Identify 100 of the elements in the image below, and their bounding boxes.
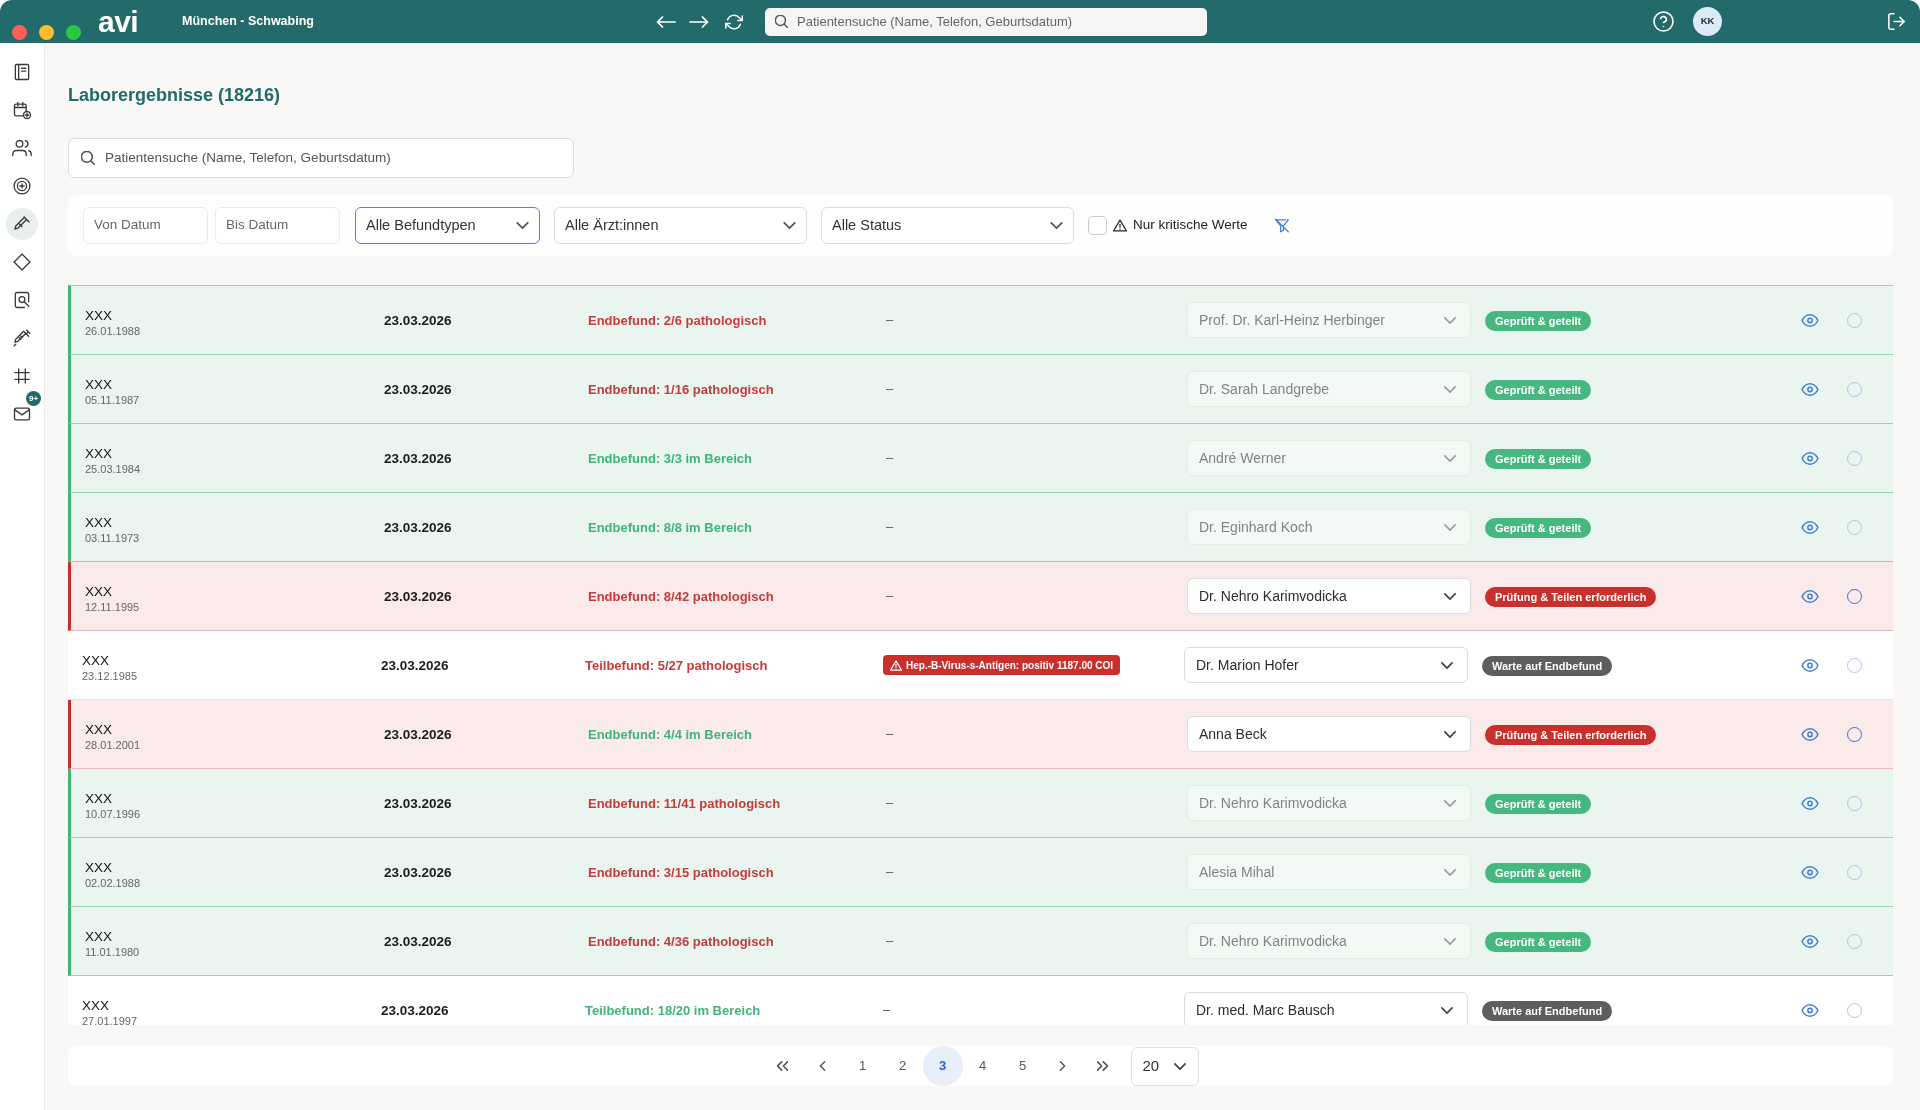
diamond-icon[interactable] xyxy=(12,252,32,272)
logo: avi xyxy=(98,6,139,37)
result-date: 23.03.2026 xyxy=(384,451,452,466)
document-search-icon[interactable] xyxy=(12,290,32,310)
eye-icon[interactable] xyxy=(1801,382,1819,396)
window-maximize-icon[interactable] xyxy=(66,25,81,40)
double-chevron-left-icon[interactable] xyxy=(777,1061,788,1071)
search-icon xyxy=(81,151,95,165)
plus-circle-icon[interactable] xyxy=(12,176,32,196)
result-summary: Endbefund: 3/15 pathologisch xyxy=(588,865,774,880)
caret-icon xyxy=(1444,523,1456,531)
patient-name: XXX xyxy=(82,998,109,1014)
syringe-icon[interactable] xyxy=(12,328,32,348)
grid-icon[interactable] xyxy=(12,366,32,386)
status-badge: Geprüft & geteilt xyxy=(1485,449,1592,470)
status-badge: Warte auf Endbefund xyxy=(1482,656,1613,677)
chevron-left-icon[interactable] xyxy=(817,1061,828,1071)
page-size-select[interactable]: 20 xyxy=(1130,1046,1199,1086)
doctor-select[interactable]: Dr. med. Marc Bausch xyxy=(1184,992,1468,1025)
empty-value: – xyxy=(886,311,894,330)
birth-date: 03.11.1973 xyxy=(85,531,140,545)
empty-value: – xyxy=(886,587,894,606)
window-close-icon[interactable] xyxy=(12,25,27,40)
help-icon[interactable] xyxy=(1653,11,1674,32)
page-button[interactable]: 4 xyxy=(962,1046,1003,1086)
avatar-button[interactable]: KK xyxy=(1693,7,1722,36)
eye-icon[interactable] xyxy=(1801,520,1819,534)
patient-name: XXX xyxy=(85,446,112,462)
date-field[interactable]: Bis Datum xyxy=(215,207,340,244)
doctor-select[interactable]: Dr. Marion Hofer xyxy=(1184,647,1468,683)
calendar-plus-icon[interactable] xyxy=(12,100,32,120)
eye-icon[interactable] xyxy=(1801,658,1819,672)
page-title: Laborergebnisse (18216) xyxy=(68,84,281,107)
status-badge: Prüfung & Teilen erforderlich xyxy=(1485,725,1657,746)
arrow-left-icon[interactable] xyxy=(656,15,676,28)
page-button[interactable]: 2 xyxy=(882,1046,923,1086)
caret-icon xyxy=(1173,1062,1186,1070)
date-field[interactable]: Von Datum xyxy=(83,207,208,244)
users-icon[interactable] xyxy=(12,138,32,158)
patient-name: XXX xyxy=(85,722,112,738)
checkbox[interactable] xyxy=(1088,216,1107,235)
doctor-select[interactable]: Anna Beck xyxy=(1187,716,1471,752)
logout-icon[interactable] xyxy=(1888,13,1905,30)
caret-icon xyxy=(1444,592,1456,600)
result-date: 23.03.2026 xyxy=(381,1003,449,1018)
reload-icon[interactable] xyxy=(725,12,743,31)
filter-select[interactable]: Alle Befundtypen xyxy=(355,207,540,244)
result-date: 23.03.2026 xyxy=(384,520,452,535)
page-button[interactable]: 3 xyxy=(922,1046,963,1086)
birth-date: 23.12.1985 xyxy=(82,669,138,683)
doctor-select[interactable]: Dr. Nehro Karimvodicka xyxy=(1187,578,1471,614)
location-label: München - Schwabing xyxy=(182,13,314,31)
status-badge: Geprüft & geteilt xyxy=(1485,863,1592,884)
notebook-icon[interactable] xyxy=(12,62,32,82)
search-icon xyxy=(775,15,788,28)
window-minimize-icon[interactable] xyxy=(39,25,54,40)
result-summary: Endbefund: 1/16 pathologisch xyxy=(588,382,774,397)
eye-icon[interactable] xyxy=(1801,1003,1819,1017)
status-badge: Geprüft & geteilt xyxy=(1485,311,1592,332)
birth-date: 25.03.1984 xyxy=(85,462,141,476)
eye-icon[interactable] xyxy=(1801,451,1819,465)
birth-date: 11.01.1980 xyxy=(85,945,140,959)
caret-icon xyxy=(1444,316,1456,324)
caret-icon xyxy=(783,222,796,229)
caret-icon xyxy=(1444,937,1456,945)
result-date: 23.03.2026 xyxy=(384,865,452,880)
search-field[interactable]: Patientensuche (Name, Telefon, Geburtsdatum) xyxy=(68,138,574,178)
patient-name: XXX xyxy=(85,929,112,945)
caret-icon xyxy=(1050,222,1063,229)
caret-icon xyxy=(516,222,529,229)
birth-date: 28.01.2001 xyxy=(85,738,141,752)
result-summary: Teilbefund: 18/20 im Bereich xyxy=(585,1003,761,1018)
eye-icon[interactable] xyxy=(1801,727,1819,741)
filter-select[interactable]: Alle Ärzt:innen xyxy=(554,207,807,244)
empty-value: – xyxy=(886,794,894,813)
status-badge: Geprüft & geteilt xyxy=(1485,794,1592,815)
caret-icon xyxy=(1444,868,1456,876)
chevron-right-icon[interactable] xyxy=(1057,1061,1068,1071)
patient-name: XXX xyxy=(85,308,112,324)
caret-icon xyxy=(1441,661,1453,669)
search-field[interactable]: Patientensuche (Name, Telefon, Geburtsdatum) xyxy=(765,7,1207,36)
checkbox-label: Nur kritische Werte xyxy=(1133,216,1248,235)
eye-icon[interactable] xyxy=(1801,934,1819,948)
eye-icon[interactable] xyxy=(1801,313,1819,327)
birth-date: 05.11.1987 xyxy=(85,393,140,407)
pen-icon[interactable] xyxy=(6,208,38,240)
caret-icon xyxy=(1444,730,1456,738)
double-chevron-right-icon[interactable] xyxy=(1097,1061,1108,1071)
caret-icon xyxy=(1444,454,1456,462)
eye-icon[interactable] xyxy=(1801,796,1819,810)
filter-off-icon[interactable] xyxy=(1274,218,1289,233)
filter-select[interactable]: Alle Status xyxy=(821,207,1074,244)
page-button[interactable]: 5 xyxy=(1002,1046,1043,1086)
page-button[interactable]: 1 xyxy=(842,1046,883,1086)
eye-icon[interactable] xyxy=(1801,589,1819,603)
eye-icon[interactable] xyxy=(1801,865,1819,879)
arrow-right-icon[interactable] xyxy=(689,15,709,28)
caret-icon xyxy=(1444,799,1456,807)
result-summary: Endbefund: 4/4 im Bereich xyxy=(588,727,752,742)
patient-name: XXX xyxy=(85,791,112,807)
